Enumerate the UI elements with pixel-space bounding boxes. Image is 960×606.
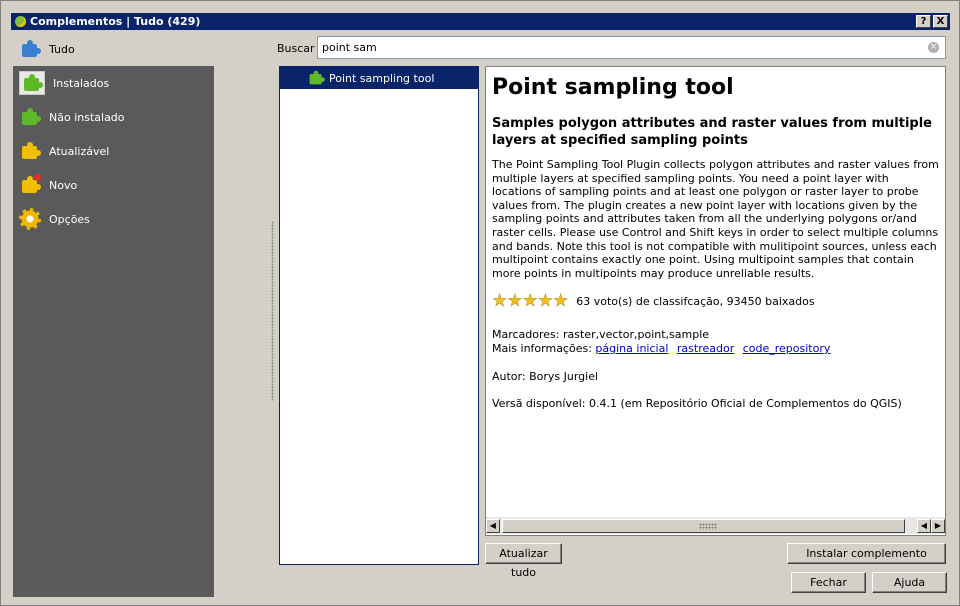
close-window-button[interactable]: X — [933, 15, 948, 28]
sidebar-item-label: Atualizável — [49, 144, 110, 158]
star-icon: ★ — [522, 291, 538, 312]
search-box[interactable]: × — [317, 36, 946, 59]
tags-line: Marcadores: raster,vector,point,sample — [492, 328, 710, 342]
horizontal-scrollbar[interactable]: ◀ ◀ ▶ — [486, 517, 945, 534]
rating-row: ★ ★ ★ ★ ★ 63 voto(s) de classifcação, 93… — [492, 292, 939, 310]
sidebar-item-label: Instalados — [53, 76, 110, 90]
title-bar[interactable]: Complementos | Tudo (429) ? X — [11, 13, 950, 30]
install-plugin-button[interactable]: Instalar complemento — [787, 543, 946, 564]
plugin-list[interactable]: Point sampling tool — [279, 66, 479, 565]
sidebar-item-all[interactable]: Tudo — [13, 33, 214, 65]
sidebar-item-label: Novo — [49, 178, 78, 192]
more-info-label: Mais informações: — [492, 341, 592, 355]
tracker-link[interactable]: rastreador — [677, 342, 734, 355]
rating-text: 63 voto(s) de classifcação, 93450 baixad… — [576, 294, 815, 308]
rating-stars: ★ ★ ★ ★ ★ — [492, 291, 569, 312]
homepage-link[interactable]: página inicial — [595, 342, 668, 355]
puzzle-plugin-icon — [307, 69, 325, 87]
puzzle-installed-icon — [19, 71, 45, 95]
sidebar-item-new[interactable]: Novo — [13, 168, 214, 202]
author-line: Autor: Borys Jurgiel — [492, 369, 599, 383]
sidebar: Instalados Não instalado Atualizável Nov… — [13, 66, 214, 597]
sidebar-item-installed[interactable]: Instalados — [13, 66, 214, 100]
plugin-manager-window: Complementos | Tudo (429) ? X Tudo Insta… — [0, 0, 960, 606]
help-button[interactable]: Ajuda — [872, 572, 947, 593]
scroll-thumb[interactable] — [501, 518, 905, 533]
qgis-logo-icon — [15, 16, 26, 27]
star-icon: ★ — [553, 291, 569, 312]
plugin-description: The Point Sampling Tool Plugin collects … — [492, 158, 939, 280]
search-label: Buscar — [277, 42, 315, 55]
star-icon: ★ — [537, 291, 554, 312]
list-item[interactable]: Point sampling tool — [280, 67, 478, 89]
update-all-button[interactable]: Atualizar tudo — [485, 543, 562, 579]
puzzle-upgradeable-icon — [19, 140, 41, 162]
plugin-details: Point sampling tool Samples polygon attr… — [485, 66, 946, 536]
puzzle-all-icon — [19, 38, 41, 60]
search-input[interactable] — [322, 41, 928, 54]
sidebar-item-options[interactable]: Opções — [13, 202, 214, 236]
sidebar-item-label: Opções — [49, 212, 90, 226]
sidebar-item-label: Tudo — [49, 42, 75, 56]
code-repository-link[interactable]: code_repository — [743, 342, 831, 355]
plugin-subtitle: Samples polygon attributes and raster va… — [492, 116, 932, 148]
sidebar-item-upgradeable[interactable]: Atualizável — [13, 134, 214, 168]
sidebar-item-label: Não instalado — [49, 110, 125, 124]
puzzle-new-icon — [19, 174, 41, 196]
star-icon: ★ — [492, 291, 508, 312]
close-button[interactable]: Fechar — [791, 572, 866, 593]
sidebar-item-not-installed[interactable]: Não instalado — [13, 100, 214, 134]
tags-block: Marcadores: raster,vector,point,sample M… — [492, 328, 939, 355]
version-line: Versã disponível: 0.4.1 (em Repositório … — [492, 397, 902, 411]
plugin-title: Point sampling tool — [492, 75, 734, 100]
gear-icon — [19, 208, 41, 230]
list-item-label: Point sampling tool — [329, 71, 435, 85]
more-info-line: Mais informações: página inicial rastrea… — [492, 342, 939, 356]
window-title: Complementos | Tudo (429) — [30, 15, 201, 28]
scroll-left-button[interactable]: ◀ — [486, 518, 500, 533]
scroll-left-button-2[interactable]: ◀ — [917, 518, 931, 533]
splitter-handle[interactable] — [271, 221, 274, 401]
clear-search-icon[interactable]: × — [928, 42, 939, 53]
help-title-button[interactable]: ? — [916, 15, 931, 28]
puzzle-not-installed-icon — [19, 106, 41, 128]
scroll-right-button[interactable]: ▶ — [931, 518, 945, 533]
star-icon: ★ — [507, 291, 523, 312]
